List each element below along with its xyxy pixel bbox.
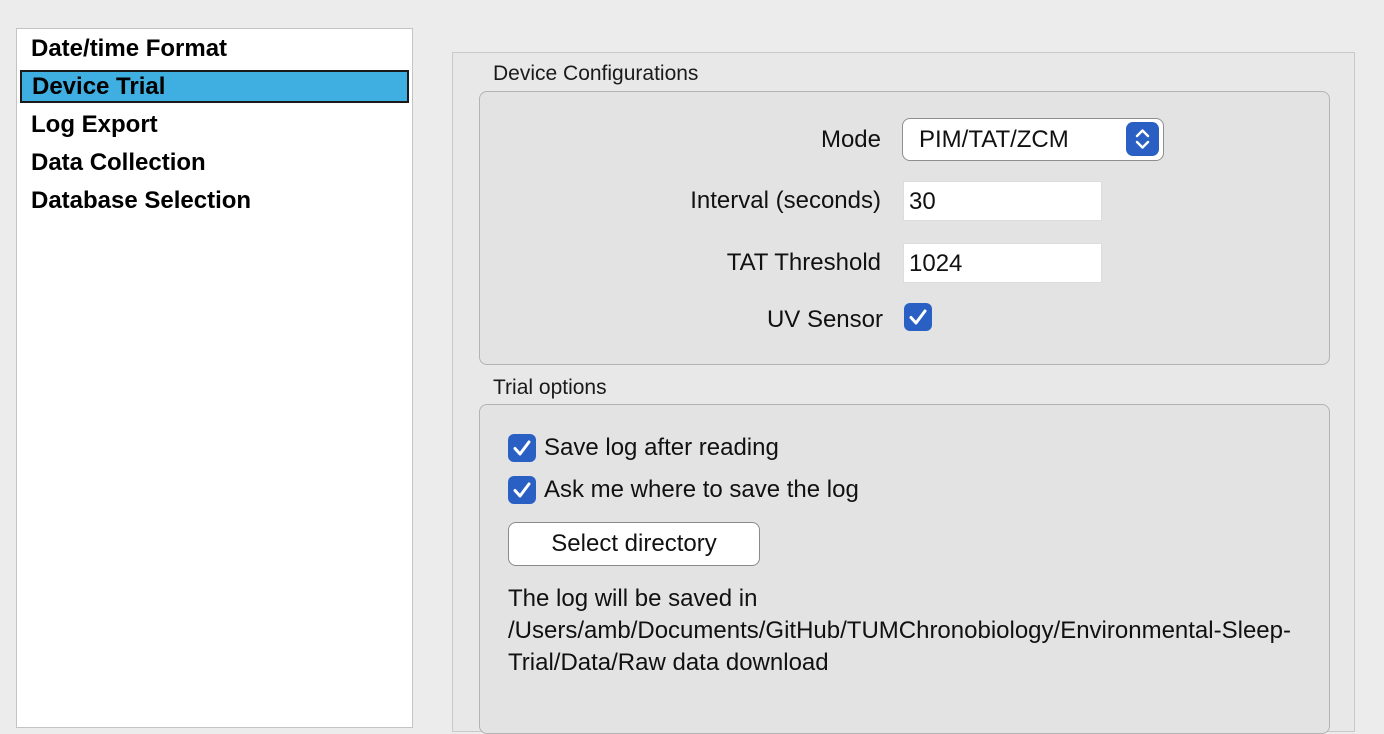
ask-where-checkbox[interactable] <box>508 476 536 504</box>
sidebar-item-database-selection[interactable]: Database Selection <box>20 184 409 217</box>
checkmark-icon <box>513 482 531 498</box>
checkmark-icon <box>909 309 927 325</box>
interval-label: Interval (seconds) <box>690 187 881 214</box>
chevron-up-down-icon <box>1126 122 1159 156</box>
ask-where-label[interactable]: Ask me where to save the log <box>544 476 859 504</box>
sidebar-item-date-time-format[interactable]: Date/time Format <box>20 32 409 65</box>
mode-select-value: PIM/TAT/ZCM <box>919 126 1069 153</box>
mode-select[interactable]: PIM/TAT/ZCM <box>902 118 1164 161</box>
tat-threshold-input[interactable]: 1024 <box>903 243 1102 283</box>
uv-sensor-label: UV Sensor <box>766 306 883 333</box>
tat-threshold-label: TAT Threshold <box>726 249 881 276</box>
settings-sidebar: Date/time Format Device Trial Log Export… <box>16 28 413 728</box>
sidebar-item-data-collection[interactable]: Data Collection <box>20 146 409 179</box>
save-path-text: The log will be saved in /Users/amb/Docu… <box>508 585 1291 676</box>
device-config-title: Device Configurations <box>493 62 699 85</box>
sidebar-item-device-trial[interactable]: Device Trial <box>20 70 409 103</box>
mode-label: Mode <box>820 126 881 153</box>
checkmark-icon <box>513 440 531 456</box>
interval-input[interactable]: 30 <box>903 181 1102 221</box>
save-log-checkbox[interactable] <box>508 434 536 462</box>
sidebar-item-log-export[interactable]: Log Export <box>20 108 409 141</box>
save-log-label[interactable]: Save log after reading <box>544 434 779 462</box>
uv-sensor-checkbox[interactable] <box>904 303 932 331</box>
trial-options-title: Trial options <box>493 376 607 399</box>
select-directory-button[interactable]: Select directory <box>508 522 760 566</box>
